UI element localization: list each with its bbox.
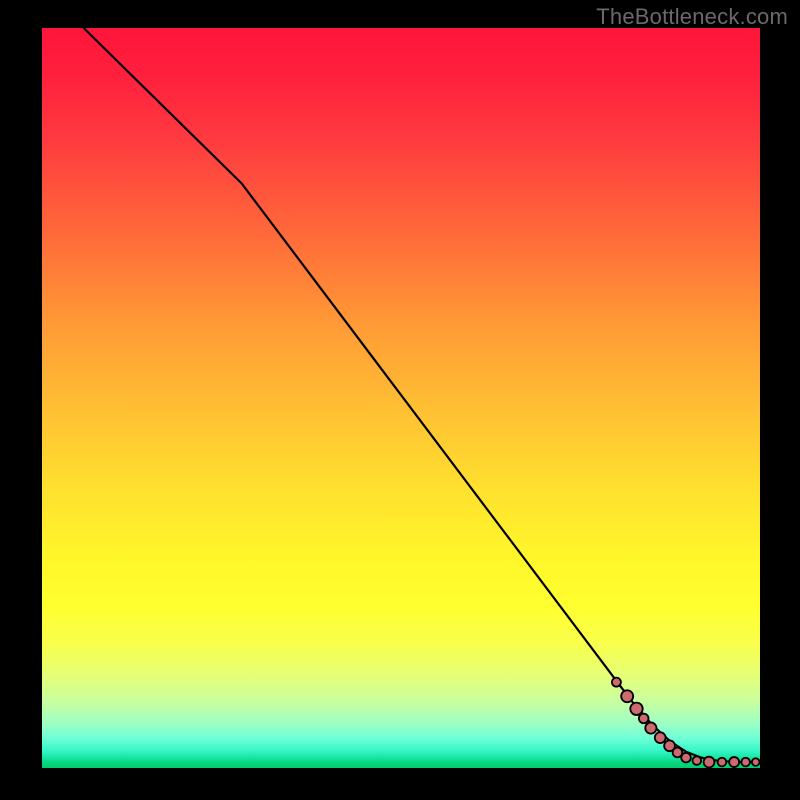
chart-marker [655, 732, 666, 743]
chart-marker [639, 714, 649, 724]
chart-marker [704, 757, 715, 768]
chart-marker [621, 690, 633, 702]
watermark-text: TheBottleneck.com [596, 4, 788, 30]
chart-marker [645, 722, 656, 733]
chart-frame: TheBottleneck.com [0, 0, 800, 800]
chart-marker-group [612, 678, 760, 768]
chart-marker [630, 703, 642, 715]
chart-marker [681, 753, 691, 763]
chart-marker [729, 757, 739, 767]
chart-marker [612, 678, 621, 687]
chart-main-curve [84, 28, 760, 762]
chart-svg [42, 28, 760, 768]
chart-marker [752, 758, 760, 766]
chart-marker [693, 756, 702, 765]
chart-plot-area [42, 28, 760, 768]
chart-marker [741, 758, 750, 767]
chart-marker [718, 758, 727, 767]
